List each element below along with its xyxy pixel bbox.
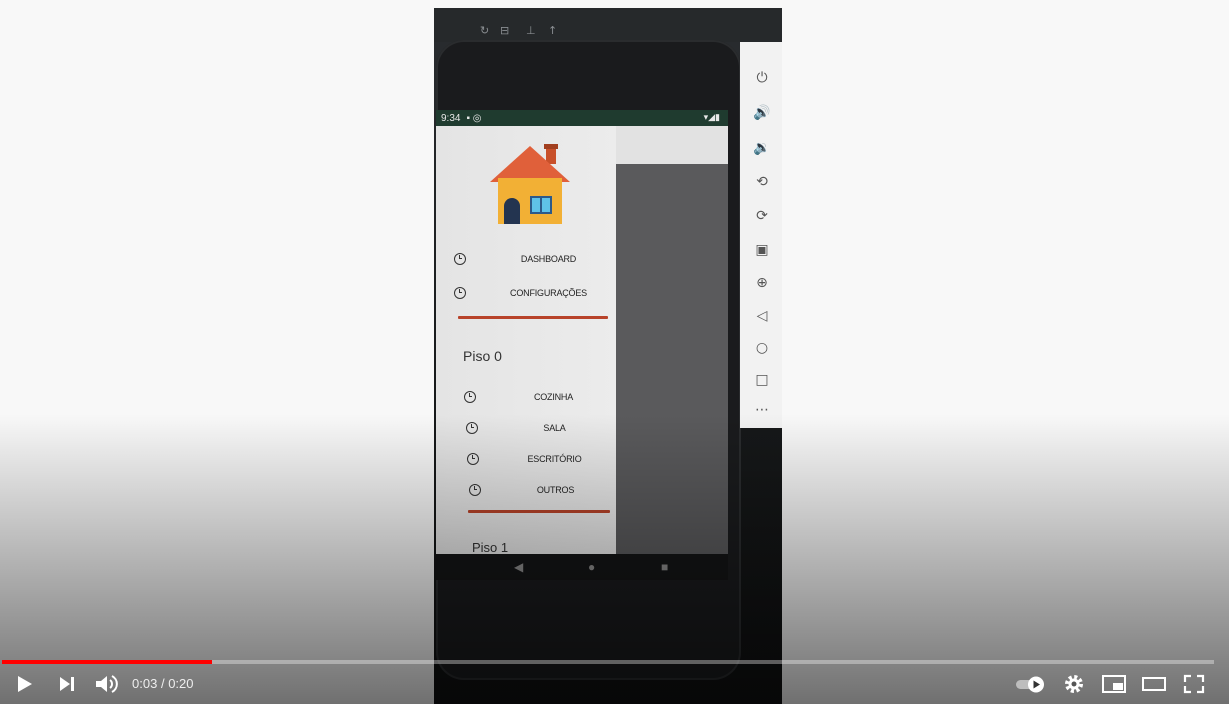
gear-icon[interactable] bbox=[1060, 672, 1088, 696]
player-controls: 0:03 / 0:20 bbox=[0, 664, 1229, 704]
zoom-icon[interactable]: ⊕ bbox=[752, 273, 772, 293]
android-nav-bar: ◀ ● ■ bbox=[436, 554, 728, 580]
drawer-item-label: OUTROS bbox=[536, 485, 575, 495]
content-header bbox=[616, 126, 728, 164]
camera-icon[interactable]: ▣ bbox=[752, 240, 772, 260]
drawer-item-dashboard[interactable]: DASHBOARD bbox=[436, 248, 621, 270]
more-icon[interactable]: ⋯ bbox=[752, 400, 772, 420]
drawer-item-label: DASHBOARD bbox=[520, 254, 577, 264]
status-time: 9:34 bbox=[441, 112, 461, 124]
volume-icon[interactable] bbox=[92, 672, 120, 696]
volume-up-icon[interactable]: 🔊 bbox=[752, 103, 772, 123]
tool-icon: ⊥ bbox=[526, 24, 536, 37]
signal-battery-icon: ▾◢▮ bbox=[703, 112, 720, 122]
alarm-clock-icon bbox=[454, 253, 466, 265]
back-icon[interactable]: ◀ bbox=[514, 560, 523, 574]
time-separator: / bbox=[160, 676, 165, 691]
back-icon[interactable]: ◁ bbox=[752, 306, 772, 326]
recents-icon[interactable]: ■ bbox=[661, 560, 668, 574]
drawer-item-label: SALA bbox=[543, 423, 566, 433]
home-icon[interactable]: ● bbox=[588, 560, 595, 574]
drawer-scrim[interactable] bbox=[616, 164, 728, 580]
arrow-up-icon: ↑ bbox=[548, 24, 558, 37]
play-icon[interactable] bbox=[10, 672, 38, 696]
video-frame[interactable]: ↻ ⊟ ⊥ ↑ 9:34 ▪ ◎ ▾◢▮ DASHBOARD CONFIGURA… bbox=[434, 8, 782, 704]
overview-icon[interactable]: □ bbox=[752, 370, 772, 390]
power-icon[interactable]: ⏻ bbox=[752, 68, 772, 88]
time-display: 0:03 / 0:20 bbox=[132, 676, 194, 691]
next-icon[interactable] bbox=[52, 672, 80, 696]
tool-icon: ⊟ bbox=[500, 24, 510, 37]
duration: 0:20 bbox=[168, 676, 194, 691]
rotate-left-icon[interactable]: ⟲ bbox=[752, 172, 772, 192]
alarm-clock-icon bbox=[467, 453, 479, 465]
rotate-right-icon[interactable]: ⟳ bbox=[752, 206, 772, 226]
alarm-clock-icon bbox=[464, 391, 476, 403]
drawer-item-label: COZINHA bbox=[533, 392, 574, 402]
alarm-clock-icon bbox=[466, 422, 478, 434]
status-bar: 9:34 ▪ ◎ ▾◢▮ bbox=[436, 110, 728, 126]
refresh-icon: ↻ bbox=[480, 24, 490, 37]
notification-icon: ▪ ◎ bbox=[466, 112, 482, 124]
theater-icon[interactable] bbox=[1140, 672, 1168, 696]
drawer-item-cozinha[interactable]: COZINHA bbox=[436, 386, 621, 408]
section-title-piso-0: Piso 0 bbox=[463, 348, 502, 364]
drawer-item-label: ESCRITÓRIO bbox=[527, 454, 582, 464]
drawer-item-escritorio[interactable]: ESCRITÓRIO bbox=[436, 448, 621, 470]
phone-screen: 9:34 ▪ ◎ ▾◢▮ DASHBOARD CONFIGURAÇÕES Pis… bbox=[436, 110, 728, 580]
drawer-item-label: CONFIGURAÇÕES bbox=[510, 288, 587, 298]
alarm-clock-icon bbox=[454, 287, 466, 299]
navigation-drawer: DASHBOARD CONFIGURAÇÕES Piso 0 COZINHA S… bbox=[436, 126, 621, 580]
autoplay-toggle[interactable] bbox=[1014, 672, 1048, 696]
drawer-item-outros[interactable]: OUTROS bbox=[436, 479, 621, 501]
miniplayer-icon[interactable] bbox=[1100, 672, 1128, 696]
divider bbox=[458, 316, 608, 319]
phone-device: 9:34 ▪ ◎ ▾◢▮ DASHBOARD CONFIGURAÇÕES Pis… bbox=[436, 40, 741, 680]
drawer-item-sala[interactable]: SALA bbox=[436, 417, 621, 439]
alarm-clock-icon bbox=[469, 484, 481, 496]
ide-toolbar: ↻ ⊟ ⊥ ↑ bbox=[434, 8, 782, 42]
emulator-side-panel: ⏻ 🔊 🔉 ⟲ ⟳ ▣ ⊕ ◁ ○ □ ⋯ bbox=[740, 42, 782, 428]
home-icon[interactable]: ○ bbox=[752, 338, 772, 358]
section-title-piso-1: Piso 1 bbox=[472, 540, 509, 555]
current-time: 0:03 bbox=[132, 676, 158, 691]
divider bbox=[468, 510, 610, 513]
volume-down-icon[interactable]: 🔉 bbox=[752, 138, 772, 158]
fullscreen-icon[interactable] bbox=[1180, 672, 1208, 696]
drawer-item-configuracoes[interactable]: CONFIGURAÇÕES bbox=[436, 282, 621, 304]
house-icon bbox=[490, 144, 570, 224]
